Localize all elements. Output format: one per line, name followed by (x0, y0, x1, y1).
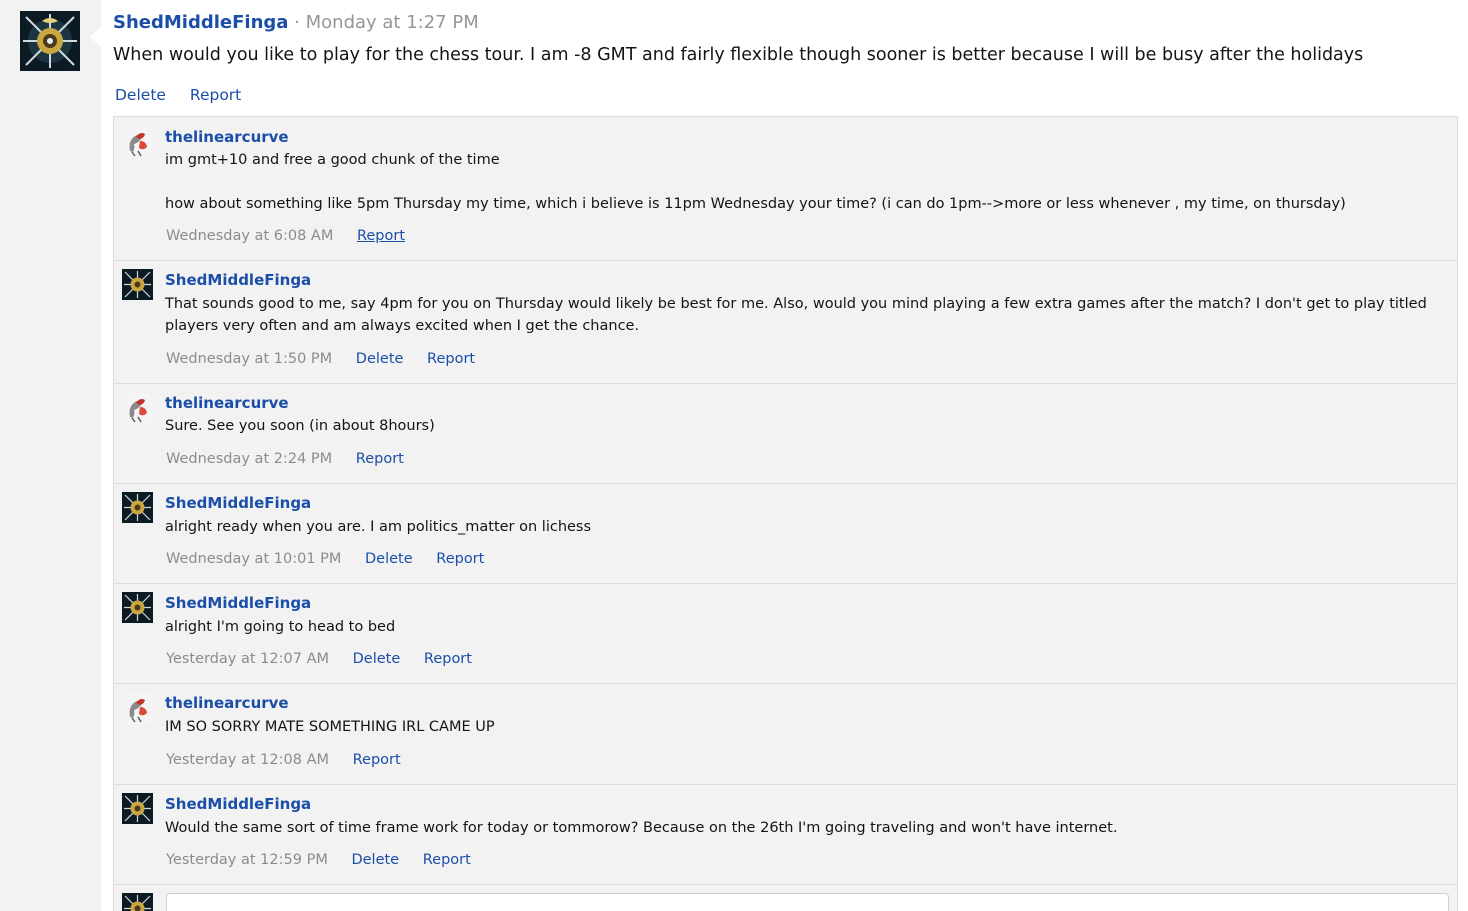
comment-author-link[interactable]: ShedMiddleFinga (165, 594, 311, 612)
header-separator: · (294, 12, 300, 33)
comment-timestamp[interactable]: Wednesday at 2:24 PM (166, 451, 332, 467)
comment-text: That sounds good to me, say 4pm for you … (165, 293, 1435, 337)
comment-line: im gmt+10 and free a good chunk of the t… (165, 152, 500, 168)
bird-avatar-icon[interactable] (122, 693, 153, 724)
comment-author-link[interactable]: ShedMiddleFinga (165, 494, 311, 512)
comment-report-link[interactable]: Report (356, 451, 404, 467)
comment-timestamp[interactable]: Wednesday at 10:01 PM (166, 551, 341, 567)
comment-timestamp[interactable]: Wednesday at 1:50 PM (166, 351, 332, 367)
comment-text: alright ready when you are. I am politic… (165, 516, 1435, 538)
comment-meta: Yesterday at 12:07 AM Delete Report (166, 651, 491, 667)
comment-report-link[interactable]: Report (353, 752, 401, 768)
post-actions: Delete Report (115, 86, 260, 104)
crest-avatar-icon[interactable] (122, 492, 153, 523)
comment-item: ShedMiddleFinga alright ready when you a… (114, 484, 1457, 584)
comment-author-link[interactable]: thelinearcurve (165, 394, 289, 412)
comment-text: im gmt+10 and free a good chunk of the t… (165, 149, 1435, 215)
comment-line: IM SO SORRY MATE SOMETHING IRL CAME UP (165, 719, 495, 735)
comment-author-link[interactable]: ShedMiddleFinga (165, 271, 311, 289)
comment-meta: Yesterday at 12:08 AM Report (166, 752, 420, 768)
speech-bubble-arrow (90, 27, 101, 47)
bird-avatar-icon[interactable] (122, 127, 153, 158)
comment-line: Would the same sort of time frame work f… (165, 820, 1118, 836)
post-delete-link[interactable]: Delete (115, 86, 166, 104)
comment-delete-link[interactable]: Delete (356, 351, 404, 367)
comment-text: Sure. See you soon (in about 8hours) (165, 415, 1435, 437)
comment-line: how about something like 5pm Thursday my… (165, 196, 1346, 212)
comment-text: Would the same sort of time frame work f… (165, 817, 1435, 839)
comment-meta: Wednesday at 10:01 PM Delete Report (166, 551, 503, 567)
comment-delete-link[interactable]: Delete (353, 651, 401, 667)
post-header: ShedMiddleFinga · Monday at 1:27 PM (113, 12, 479, 33)
comment-line: alright ready when you are. I am politic… (165, 519, 592, 535)
profile-post-page: ShedMiddleFinga · Monday at 1:27 PM When… (0, 0, 1468, 911)
comment-meta: Yesterday at 12:59 PM Delete Report (166, 852, 490, 868)
comment-timestamp[interactable]: Wednesday at 6:08 AM (166, 228, 333, 244)
left-rail (0, 0, 101, 911)
comment-item: ShedMiddleFinga That sounds good to me, … (114, 261, 1457, 384)
comment-line: Sure. See you soon (in about 8hours) (165, 418, 435, 434)
crest-avatar-icon[interactable] (20, 11, 80, 71)
comment-author-link[interactable]: ShedMiddleFinga (165, 795, 311, 813)
crest-avatar-icon[interactable] (122, 793, 153, 824)
post-message: When would you like to play for the ches… (113, 45, 1364, 65)
comment-delete-link[interactable]: Delete (351, 852, 399, 868)
comment-delete-link[interactable]: Delete (365, 551, 413, 567)
comment-timestamp[interactable]: Yesterday at 12:59 PM (166, 852, 328, 868)
comment-author-link[interactable]: thelinearcurve (165, 128, 289, 146)
comment-report-link[interactable]: Report (423, 852, 471, 868)
comment-report-link[interactable]: Report (424, 651, 472, 667)
crest-avatar-icon[interactable] (122, 269, 153, 300)
comment-meta: Wednesday at 1:50 PM Delete Report (166, 351, 494, 367)
comment-item: ShedMiddleFinga alright I'm going to hea… (114, 584, 1457, 684)
bird-avatar-icon[interactable] (122, 393, 153, 424)
reply-input[interactable] (166, 893, 1449, 911)
comment-report-link[interactable]: Report (436, 551, 484, 567)
comment-line: alright I'm going to head to bed (165, 619, 396, 635)
comment-text: alright I'm going to head to bed (165, 616, 1435, 638)
crest-avatar-icon[interactable] (122, 592, 153, 623)
comment-item: ShedMiddleFinga Would the same sort of t… (114, 785, 1457, 885)
comment-item: thelinearcurve Sure. See you soon (in ab… (114, 384, 1457, 484)
post-report-link[interactable]: Report (190, 86, 241, 104)
post-author-link[interactable]: ShedMiddleFinga (113, 12, 288, 33)
comment-author-link[interactable]: thelinearcurve (165, 694, 289, 712)
comment-line: That sounds good to me, say 4pm for you … (165, 296, 1427, 334)
comment-item: thelinearcurve IM SO SORRY MATE SOMETHIN… (114, 684, 1457, 785)
comment-report-link[interactable]: Report (357, 228, 405, 244)
comment-timestamp[interactable]: Yesterday at 12:07 AM (166, 651, 329, 667)
comment-meta: Wednesday at 6:08 AM Report (166, 228, 424, 244)
comment-item: thelinearcurve im gmt+10 and free a good… (114, 117, 1457, 261)
crest-avatar-icon (122, 893, 153, 911)
comment-list: thelinearcurve im gmt+10 and free a good… (113, 116, 1458, 911)
comment-meta: Wednesday at 2:24 PM Report (166, 451, 423, 467)
comment-timestamp[interactable]: Yesterday at 12:08 AM (166, 752, 329, 768)
comment-report-link[interactable]: Report (427, 351, 475, 367)
comment-text: IM SO SORRY MATE SOMETHING IRL CAME UP (165, 716, 1435, 738)
post-timestamp[interactable]: Monday at 1:27 PM (306, 12, 479, 33)
